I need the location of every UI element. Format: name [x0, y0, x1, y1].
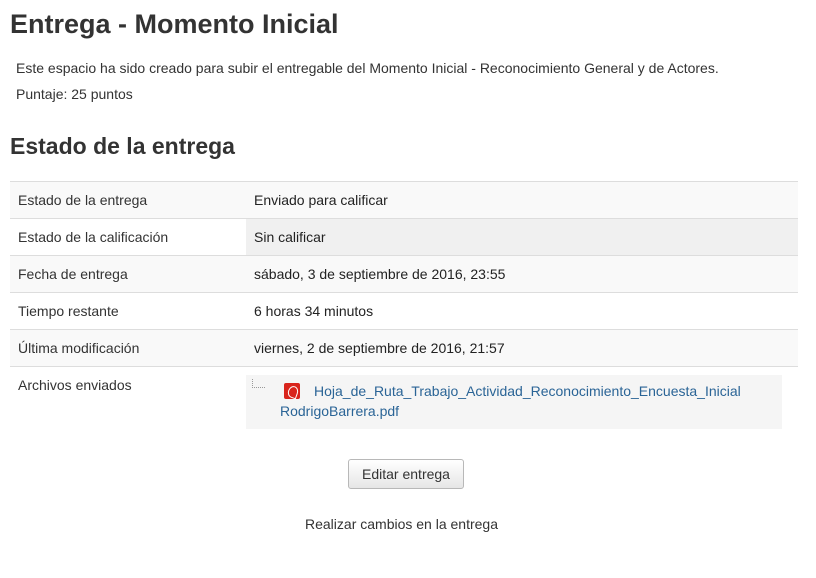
table-row: Estado de la calificación Sin calificar: [10, 218, 798, 256]
row-label: Fecha de entrega: [10, 255, 246, 293]
file-tree: Hoja_de_Ruta_Trabajo_Actividad_Reconocim…: [246, 375, 782, 429]
row-value: Sin calificar: [246, 218, 798, 256]
row-label: Archivos enviados: [10, 366, 246, 451]
row-label: Estado de la calificación: [10, 218, 246, 256]
row-label: Última modificación: [10, 329, 246, 367]
file-name-line1: Hoja_de_Ruta_Trabajo_Actividad_Reconocim…: [314, 383, 741, 399]
table-row: Última modificación viernes, 2 de septie…: [10, 329, 798, 367]
row-value: Enviado para calificar: [246, 181, 798, 219]
row-value: sábado, 3 de septiembre de 2016, 23:55: [246, 255, 798, 293]
table-row: Archivos enviados Hoja_de_Ruta_Trabajo_A…: [10, 366, 798, 451]
row-value: viernes, 2 de septiembre de 2016, 21:57: [246, 329, 798, 367]
table-row: Estado de la entrega Enviado para califi…: [10, 181, 798, 219]
edit-submission-button[interactable]: Editar entrega: [348, 459, 464, 489]
file-name-line2: RodrigoBarrera.pdf: [280, 403, 400, 419]
tree-connector: [252, 379, 265, 388]
table-row: Tiempo restante 6 horas 34 minutos: [10, 292, 798, 330]
edit-help-text: Realizar cambios en la entrega: [305, 516, 498, 532]
assignment-description: Este espacio ha sido creado para subir e…: [16, 60, 719, 76]
section-title: Estado de la entrega: [10, 133, 235, 159]
row-label: Tiempo restante: [10, 292, 246, 330]
submission-status-table: Estado de la entrega Enviado para califi…: [10, 181, 798, 451]
assignment-intro: Este espacio ha sido creado para subir e…: [16, 58, 719, 104]
submitted-files-cell: Hoja_de_Ruta_Trabajo_Actividad_Reconocim…: [246, 366, 798, 451]
table-row: Fecha de entrega sábado, 3 de septiembre…: [10, 255, 798, 293]
row-value: 6 horas 34 minutos: [246, 292, 798, 330]
assignment-score: Puntaje: 25 puntos: [16, 86, 133, 102]
pdf-icon: [284, 383, 300, 399]
page-title: Entrega - Momento Inicial: [10, 9, 339, 39]
submitted-file-link[interactable]: Hoja_de_Ruta_Trabajo_Actividad_Reconocim…: [280, 381, 774, 421]
row-label: Estado de la entrega: [10, 181, 246, 219]
